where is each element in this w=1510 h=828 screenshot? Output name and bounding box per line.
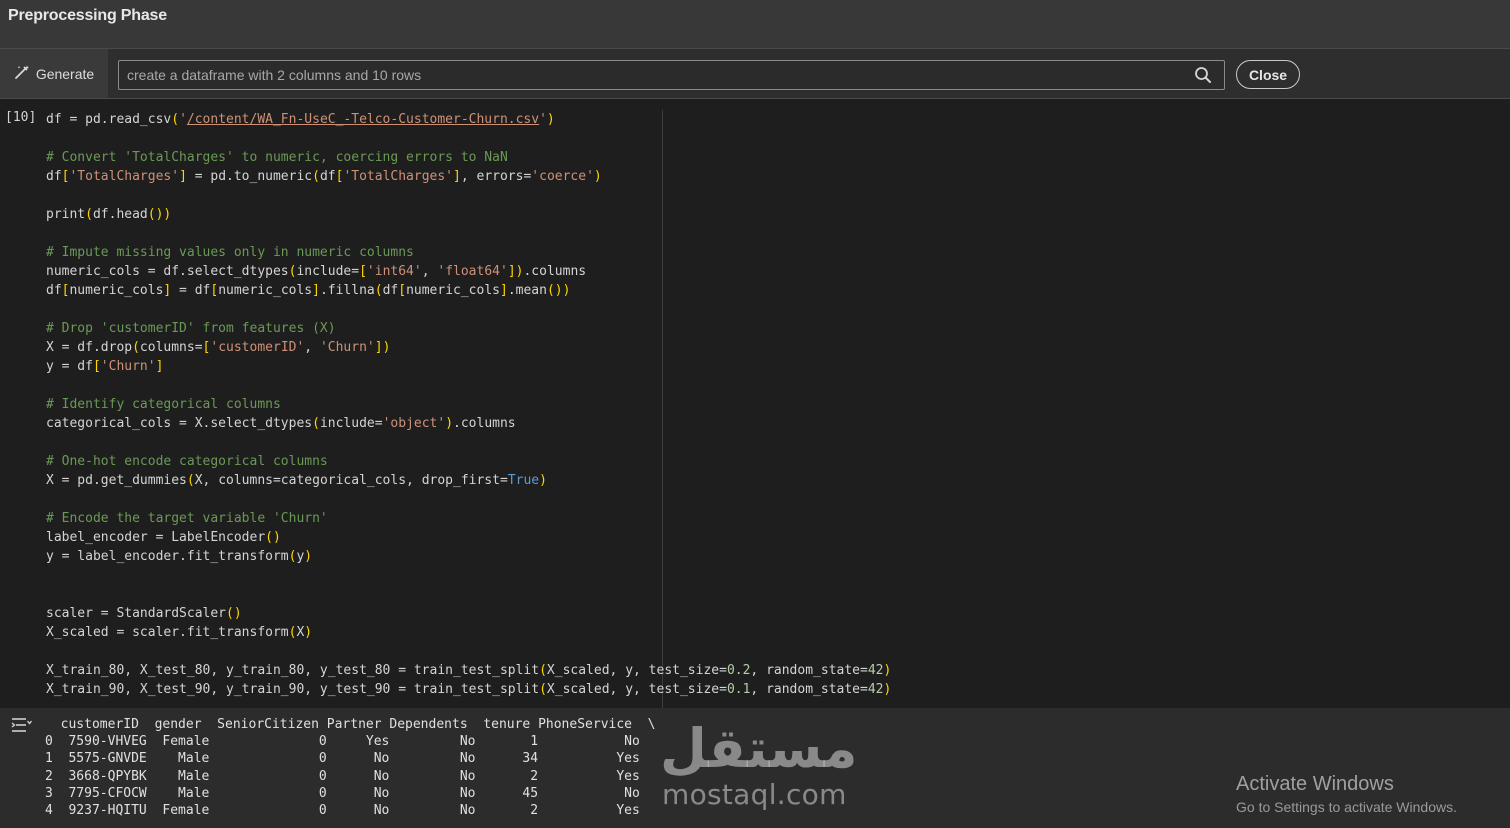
- generate-button[interactable]: Generate: [0, 49, 108, 98]
- code-line[interactable]: X_train_80, X_test_80, y_train_80, y_tes…: [46, 661, 891, 680]
- code-line[interactable]: [46, 186, 891, 205]
- windows-activation-notice: Activate Windows Go to Settings to activ…: [1236, 773, 1457, 815]
- output-collapse-icon[interactable]: [10, 716, 33, 734]
- output-data-row: 4 9237-HQITU Female 0 No No 2 Yes: [45, 802, 664, 818]
- code-line[interactable]: [46, 376, 891, 395]
- output-data-row: 0 7590-VHVEG Female 0 Yes No 1 No: [45, 734, 664, 750]
- watermark-latin: mostaql.com: [662, 778, 847, 811]
- code-line[interactable]: X = pd.get_dummies(X, columns=categorica…: [46, 471, 891, 490]
- code-line[interactable]: # One-hot encode categorical columns: [46, 452, 891, 471]
- code-line[interactable]: # Drop 'customerID' from features (X): [46, 319, 891, 338]
- generate-bar: Generate Close: [0, 48, 1510, 99]
- code-line[interactable]: scaler = StandardScaler(): [46, 604, 891, 623]
- code-line[interactable]: [46, 224, 891, 243]
- code-line[interactable]: # Convert 'TotalCharges' to numeric, coe…: [46, 148, 891, 167]
- code-editor[interactable]: df = pd.read_csv('/content/WA_Fn-UseC_-T…: [46, 110, 891, 699]
- search-icon[interactable]: [1194, 66, 1212, 84]
- output-text: customerID gender SeniorCitizen Partner …: [45, 716, 663, 819]
- execution-count: [10]: [5, 110, 37, 125]
- prompt-box: [118, 60, 1225, 90]
- code-line[interactable]: # Impute missing values only in numeric …: [46, 243, 891, 262]
- mostaql-watermark: مستقل mostaql.com: [660, 717, 858, 818]
- watermark-arabic: مستقل: [660, 717, 858, 780]
- code-line[interactable]: [46, 566, 891, 585]
- activation-subtitle: Go to Settings to activate Windows.: [1236, 799, 1457, 815]
- code-line[interactable]: X_train_90, X_test_90, y_train_90, y_tes…: [46, 680, 891, 699]
- close-button[interactable]: Close: [1236, 60, 1300, 89]
- code-line[interactable]: [46, 490, 891, 509]
- code-line[interactable]: df['TotalCharges'] = pd.to_numeric(df['T…: [46, 167, 891, 186]
- code-line[interactable]: [46, 300, 891, 319]
- code-line[interactable]: label_encoder = LabelEncoder(): [46, 528, 891, 547]
- window-title: Preprocessing Phase: [8, 7, 167, 24]
- code-line[interactable]: print(df.head()): [46, 205, 891, 224]
- code-line[interactable]: [46, 433, 891, 452]
- code-line[interactable]: [46, 642, 891, 661]
- code-line[interactable]: numeric_cols = df.select_dtypes(include=…: [46, 262, 891, 281]
- code-line[interactable]: y = df['Churn']: [46, 357, 891, 376]
- output-data-row: 3 7795-CFOCW Male 0 No No 45 No: [45, 785, 664, 801]
- prompt-input[interactable]: [119, 61, 1179, 89]
- code-line[interactable]: # Identify categorical columns: [46, 395, 891, 414]
- code-line[interactable]: categorical_cols = X.select_dtypes(inclu…: [46, 414, 891, 433]
- output-data-row: 2 3668-QPYBK Male 0 No No 2 Yes: [45, 768, 664, 784]
- code-line[interactable]: df[numeric_cols] = df[numeric_cols].fill…: [46, 281, 891, 300]
- code-line[interactable]: X = df.drop(columns=['customerID', 'Chur…: [46, 338, 891, 357]
- title-bar: Preprocessing Phase: [0, 0, 1510, 48]
- activation-title: Activate Windows: [1236, 773, 1394, 795]
- magic-wand-icon: [14, 64, 30, 83]
- code-line[interactable]: df = pd.read_csv('/content/WA_Fn-UseC_-T…: [46, 110, 891, 129]
- code-line[interactable]: [46, 129, 891, 148]
- code-line[interactable]: [46, 585, 891, 604]
- code-line[interactable]: X_scaled = scaler.fit_transform(X): [46, 623, 891, 642]
- output-header-row: customerID gender SeniorCitizen Partner …: [45, 717, 656, 732]
- generate-label: Generate: [35, 65, 95, 82]
- output-data-row: 1 5575-GNVDE Male 0 No No 34 Yes: [45, 751, 664, 767]
- code-line[interactable]: # Encode the target variable 'Churn': [46, 509, 891, 528]
- code-cell[interactable]: [10] df = pd.read_csv('/content/WA_Fn-Us…: [0, 100, 1510, 708]
- code-line[interactable]: y = label_encoder.fit_transform(y): [46, 547, 891, 566]
